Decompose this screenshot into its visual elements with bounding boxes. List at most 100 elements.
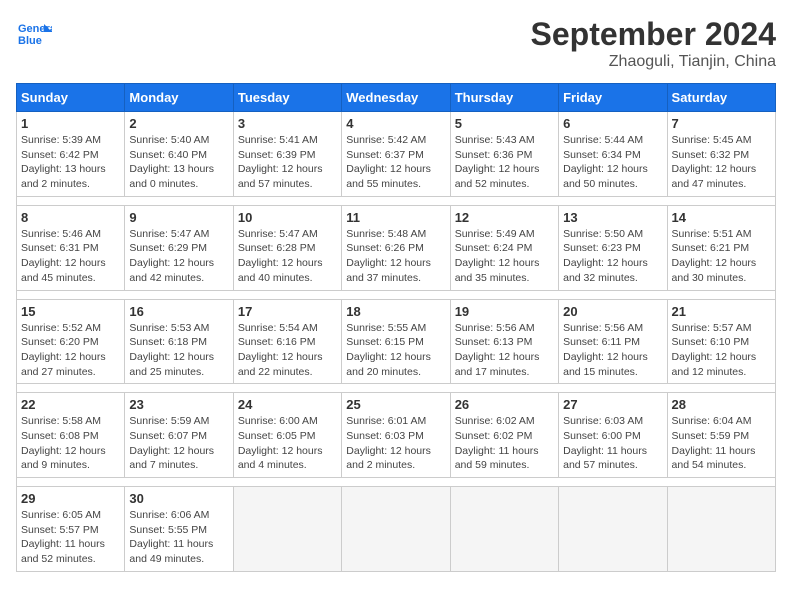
day-number: 13: [563, 210, 662, 225]
day-info: Sunrise: 5:41 AMSunset: 6:39 PMDaylight:…: [238, 133, 337, 192]
day-number: 6: [563, 116, 662, 131]
day-number: 19: [455, 304, 554, 319]
day-info: Sunrise: 6:05 AMSunset: 5:57 PMDaylight:…: [21, 508, 120, 567]
day-number: 7: [672, 116, 771, 131]
day-info: Sunrise: 6:03 AMSunset: 6:00 PMDaylight:…: [563, 414, 662, 473]
title-block: September 2024 Zhaoguli, Tianjin, China: [531, 16, 776, 71]
day-info: Sunrise: 6:02 AMSunset: 6:02 PMDaylight:…: [455, 414, 554, 473]
calendar-cell: 18Sunrise: 5:55 AMSunset: 6:15 PMDayligh…: [342, 299, 450, 384]
page-subtitle: Zhaoguli, Tianjin, China: [531, 53, 776, 71]
day-info: Sunrise: 5:56 AMSunset: 6:11 PMDaylight:…: [563, 321, 662, 380]
calendar-cell: 10 Sunrise: 5:47 AMSunset: 6:28 PMDayligh…: [233, 205, 341, 290]
day-number: 16: [129, 304, 228, 319]
day-info: Sunrise: 5:47 AMSunset: 6:29 PMDaylight:…: [129, 227, 228, 286]
logo-icon: General Blue: [16, 16, 52, 52]
day-number: 3: [238, 116, 337, 131]
day-number: 9: [129, 210, 228, 225]
calendar-cell: 14 Sunrise: 5:51 AMSunset: 6:21 PMDayligh…: [667, 205, 775, 290]
calendar-week-4: 22 Sunrise: 5:58 AMSunset: 6:08 PMDayligh…: [17, 393, 776, 478]
day-info: Sunrise: 5:49 AMSunset: 6:24 PMDaylight:…: [455, 227, 554, 286]
day-number: 15: [21, 304, 120, 319]
calendar-week-3: 15 Sunrise: 5:52 AMSunset: 6:20 PMDayligh…: [17, 299, 776, 384]
calendar-cell: 11 Sunrise: 5:48 AMSunset: 6:26 PMDayligh…: [342, 205, 450, 290]
day-info: Sunrise: 5:51 AMSunset: 6:21 PMDaylight:…: [672, 227, 771, 286]
calendar-cell: [559, 487, 667, 572]
day-info: Sunrise: 5:58 AMSunset: 6:08 PMDaylight:…: [21, 414, 120, 473]
day-number: 5: [455, 116, 554, 131]
col-tuesday: Tuesday: [233, 84, 341, 112]
week-spacer: [17, 384, 776, 393]
day-info: Sunrise: 5:52 AMSunset: 6:20 PMDaylight:…: [21, 321, 120, 380]
day-number: 10: [238, 210, 337, 225]
calendar-cell: 23Sunrise: 5:59 AMSunset: 6:07 PMDayligh…: [125, 393, 233, 478]
col-saturday: Saturday: [667, 84, 775, 112]
calendar-week-5: 29 Sunrise: 6:05 AMSunset: 5:57 PMDayligh…: [17, 487, 776, 572]
calendar-cell: [233, 487, 341, 572]
day-number: 29: [21, 491, 120, 506]
day-number: 23: [129, 397, 228, 412]
logo: General Blue General Blue: [16, 16, 52, 52]
day-info: Sunrise: 5:54 AMSunset: 6:16 PMDaylight:…: [238, 321, 337, 380]
day-info: Sunrise: 5:39 AMSunset: 6:42 PMDaylight:…: [21, 133, 120, 192]
day-info: Sunrise: 6:00 AMSunset: 6:05 PMDaylight:…: [238, 414, 337, 473]
calendar-cell: 8 Sunrise: 5:46 AMSunset: 6:31 PMDaylight…: [17, 205, 125, 290]
day-number: 30: [129, 491, 228, 506]
calendar-cell: 2Sunrise: 5:40 AMSunset: 6:40 PMDaylight…: [125, 112, 233, 197]
day-info: Sunrise: 5:44 AMSunset: 6:34 PMDaylight:…: [563, 133, 662, 192]
day-info: Sunrise: 5:43 AMSunset: 6:36 PMDaylight:…: [455, 133, 554, 192]
col-wednesday: Wednesday: [342, 84, 450, 112]
day-number: 26: [455, 397, 554, 412]
day-number: 24: [238, 397, 337, 412]
week-spacer: [17, 290, 776, 299]
day-info: Sunrise: 5:47 AMSunset: 6:28 PMDaylight:…: [238, 227, 337, 286]
day-number: 8: [21, 210, 120, 225]
col-thursday: Thursday: [450, 84, 558, 112]
calendar-week-1: 1Sunrise: 5:39 AMSunset: 6:42 PMDaylight…: [17, 112, 776, 197]
col-friday: Friday: [559, 84, 667, 112]
day-info: Sunrise: 6:01 AMSunset: 6:03 PMDaylight:…: [346, 414, 445, 473]
calendar-header: Sunday Monday Tuesday Wednesday Thursday…: [17, 84, 776, 112]
day-info: Sunrise: 6:06 AMSunset: 5:55 PMDaylight:…: [129, 508, 228, 567]
calendar-table: Sunday Monday Tuesday Wednesday Thursday…: [16, 83, 776, 572]
page-title: September 2024: [531, 16, 776, 53]
day-number: 12: [455, 210, 554, 225]
day-number: 14: [672, 210, 771, 225]
day-number: 11: [346, 210, 445, 225]
day-number: 25: [346, 397, 445, 412]
day-info: Sunrise: 5:40 AMSunset: 6:40 PMDaylight:…: [129, 133, 228, 192]
calendar-cell: 30 Sunrise: 6:06 AMSunset: 5:55 PMDayligh…: [125, 487, 233, 572]
day-info: Sunrise: 5:53 AMSunset: 6:18 PMDaylight:…: [129, 321, 228, 380]
day-info: Sunrise: 5:46 AMSunset: 6:31 PMDaylight:…: [21, 227, 120, 286]
day-info: Sunrise: 5:56 AMSunset: 6:13 PMDaylight:…: [455, 321, 554, 380]
page-header: General Blue General Blue September 2024…: [16, 16, 776, 71]
calendar-cell: 15 Sunrise: 5:52 AMSunset: 6:20 PMDayligh…: [17, 299, 125, 384]
calendar-cell: 1Sunrise: 5:39 AMSunset: 6:42 PMDaylight…: [17, 112, 125, 197]
day-number: 21: [672, 304, 771, 319]
col-monday: Monday: [125, 84, 233, 112]
day-number: 28: [672, 397, 771, 412]
week-spacer: [17, 196, 776, 205]
calendar-cell: 7 Sunrise: 5:45 AMSunset: 6:32 PMDaylight…: [667, 112, 775, 197]
calendar-cell: 3 Sunrise: 5:41 AMSunset: 6:39 PMDaylight…: [233, 112, 341, 197]
day-number: 4: [346, 116, 445, 131]
calendar-body: 1Sunrise: 5:39 AMSunset: 6:42 PMDaylight…: [17, 112, 776, 572]
day-info: Sunrise: 5:42 AMSunset: 6:37 PMDaylight:…: [346, 133, 445, 192]
calendar-cell: [450, 487, 558, 572]
calendar-cell: 13Sunrise: 5:50 AMSunset: 6:23 PMDayligh…: [559, 205, 667, 290]
day-info: Sunrise: 5:48 AMSunset: 6:26 PMDaylight:…: [346, 227, 445, 286]
calendar-cell: [667, 487, 775, 572]
calendar-cell: 16 Sunrise: 5:53 AMSunset: 6:18 PMDayligh…: [125, 299, 233, 384]
calendar-cell: 19 Sunrise: 5:56 AMSunset: 6:13 PMDayligh…: [450, 299, 558, 384]
day-info: Sunrise: 5:45 AMSunset: 6:32 PMDaylight:…: [672, 133, 771, 192]
day-number: 22: [21, 397, 120, 412]
day-number: 20: [563, 304, 662, 319]
col-sunday: Sunday: [17, 84, 125, 112]
calendar-cell: 29 Sunrise: 6:05 AMSunset: 5:57 PMDayligh…: [17, 487, 125, 572]
calendar-cell: 20 Sunrise: 5:56 AMSunset: 6:11 PMDayligh…: [559, 299, 667, 384]
day-number: 18: [346, 304, 445, 319]
day-number: 27: [563, 397, 662, 412]
calendar-cell: 5 Sunrise: 5:43 AMSunset: 6:36 PMDaylight…: [450, 112, 558, 197]
calendar-cell: 24 Sunrise: 6:00 AMSunset: 6:05 PMDayligh…: [233, 393, 341, 478]
day-info: Sunrise: 6:04 AMSunset: 5:59 PMDaylight:…: [672, 414, 771, 473]
calendar-week-2: 8 Sunrise: 5:46 AMSunset: 6:31 PMDaylight…: [17, 205, 776, 290]
